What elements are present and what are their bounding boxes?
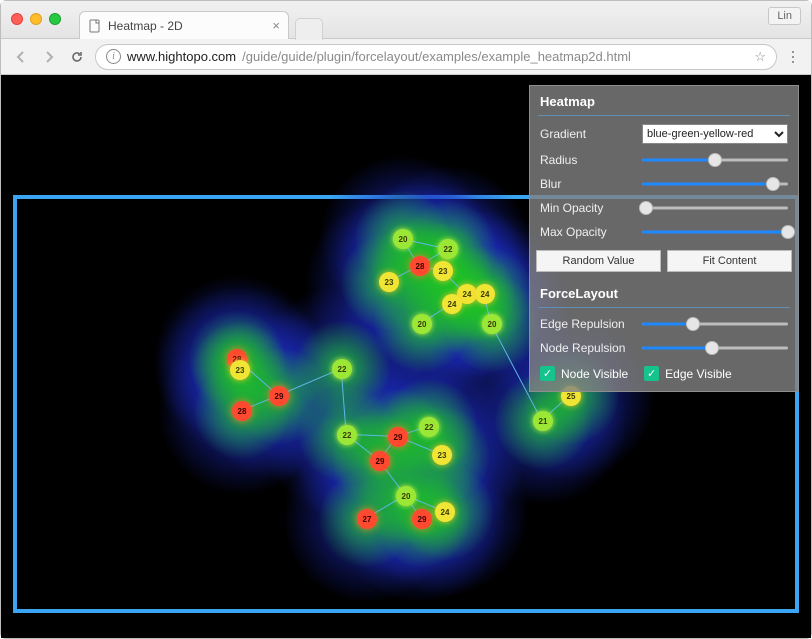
graph-node[interactable]: 28 [232, 401, 252, 421]
graph-node[interactable]: 27 [357, 509, 377, 529]
label-edge-repulsion: Edge Repulsion [540, 317, 636, 331]
bookmark-icon[interactable]: ☆ [754, 49, 766, 65]
back-button[interactable] [11, 47, 31, 67]
label-node-repulsion: Node Repulsion [540, 341, 636, 355]
row-blur: Blur [530, 172, 798, 196]
check-icon: ✓ [644, 366, 659, 381]
node-visible-checkbox[interactable]: ✓ Node Visible [540, 366, 628, 381]
minimize-window-icon[interactable] [30, 13, 42, 25]
close-window-icon[interactable] [11, 13, 23, 25]
row-gradient: Gradient blue-green-yellow-red [530, 120, 798, 148]
url-path: /guide/guide/plugin/forcelayout/examples… [242, 49, 631, 64]
page-viewport: 2829282223222922232920272924212520222823… [1, 75, 811, 638]
graph-node[interactable]: 22 [332, 359, 352, 379]
close-tab-icon[interactable]: × [272, 19, 280, 32]
graph-node[interactable]: 23 [379, 272, 399, 292]
graph-node[interactable]: 21 [533, 411, 553, 431]
label-gradient: Gradient [540, 127, 636, 141]
graph-node[interactable]: 22 [419, 417, 439, 437]
graph-node[interactable]: 29 [269, 386, 289, 406]
section-heatmap: Heatmap [530, 86, 798, 115]
edge-repulsion-slider[interactable] [642, 316, 788, 332]
node-visible-label: Node Visible [561, 367, 628, 381]
row-minop: Min Opacity [530, 196, 798, 220]
url-host: www.hightopo.com [127, 49, 236, 64]
edge-visible-label: Edge Visible [665, 367, 732, 381]
graph-node[interactable]: 23 [432, 445, 452, 465]
gradient-select[interactable]: blue-green-yellow-red [642, 124, 788, 144]
row-edge-rep: Edge Repulsion [530, 312, 798, 336]
tab-title: Heatmap - 2D [108, 19, 183, 33]
blur-slider[interactable] [642, 176, 788, 192]
new-tab-button[interactable] [295, 18, 323, 40]
graph-node[interactable]: 20 [396, 486, 416, 506]
min-opacity-slider[interactable] [642, 200, 788, 216]
overflow-menu-icon[interactable] [785, 49, 801, 65]
toolbar: i www.hightopo.com/guide/guide/plugin/fo… [1, 39, 811, 75]
reload-button[interactable] [67, 47, 87, 67]
graph-node[interactable]: 20 [412, 314, 432, 334]
random-value-button[interactable]: Random Value [536, 250, 661, 272]
forward-button[interactable] [39, 47, 59, 67]
fit-content-button[interactable]: Fit Content [667, 250, 792, 272]
graph-node[interactable]: 22 [438, 239, 458, 259]
checkbox-row: ✓ Node Visible ✓ Edge Visible [530, 360, 798, 391]
graph-node[interactable]: 29 [370, 451, 390, 471]
check-icon: ✓ [540, 366, 555, 381]
graph-node[interactable]: 23 [433, 261, 453, 281]
url-field[interactable]: i www.hightopo.com/guide/guide/plugin/fo… [95, 44, 777, 70]
tab-strip: Heatmap - 2D × [71, 1, 323, 38]
graph-node[interactable]: 29 [412, 509, 432, 529]
graph-node[interactable]: 20 [482, 314, 502, 334]
label-min-opacity: Min Opacity [540, 201, 636, 215]
titlebar: Heatmap - 2D × Lin [1, 1, 811, 39]
graph-node[interactable]: 20 [393, 229, 413, 249]
page-icon [88, 19, 102, 33]
graph-node[interactable]: 22 [337, 425, 357, 445]
graph-node[interactable]: 23 [230, 360, 250, 380]
zoom-window-icon[interactable] [49, 13, 61, 25]
row-radius: Radius [530, 148, 798, 172]
button-row: Random Value Fit Content [530, 244, 798, 278]
graph-node[interactable]: 24 [442, 294, 462, 314]
row-maxop: Max Opacity [530, 220, 798, 244]
label-radius: Radius [540, 153, 636, 167]
divider [538, 307, 790, 308]
label-blur: Blur [540, 177, 636, 191]
graph-node[interactable]: 24 [475, 284, 495, 304]
site-info-icon[interactable]: i [106, 49, 121, 64]
browser-window: Heatmap - 2D × Lin i www.hightopo.com/gu… [0, 0, 812, 639]
max-opacity-slider[interactable] [642, 224, 788, 240]
graph-node[interactable]: 28 [410, 256, 430, 276]
node-repulsion-slider[interactable] [642, 340, 788, 356]
window-controls [1, 1, 71, 25]
browser-tab[interactable]: Heatmap - 2D × [79, 11, 289, 39]
row-node-rep: Node Repulsion [530, 336, 798, 360]
label-max-opacity: Max Opacity [540, 225, 636, 239]
control-panel: Heatmap Gradient blue-green-yellow-red R… [529, 85, 799, 392]
radius-slider[interactable] [642, 152, 788, 168]
section-forcelayout: ForceLayout [530, 278, 798, 307]
graph-node[interactable]: 29 [388, 427, 408, 447]
divider [538, 115, 790, 116]
edge-visible-checkbox[interactable]: ✓ Edge Visible [644, 366, 732, 381]
profile-badge[interactable]: Lin [768, 7, 801, 25]
graph-node[interactable]: 24 [435, 502, 455, 522]
